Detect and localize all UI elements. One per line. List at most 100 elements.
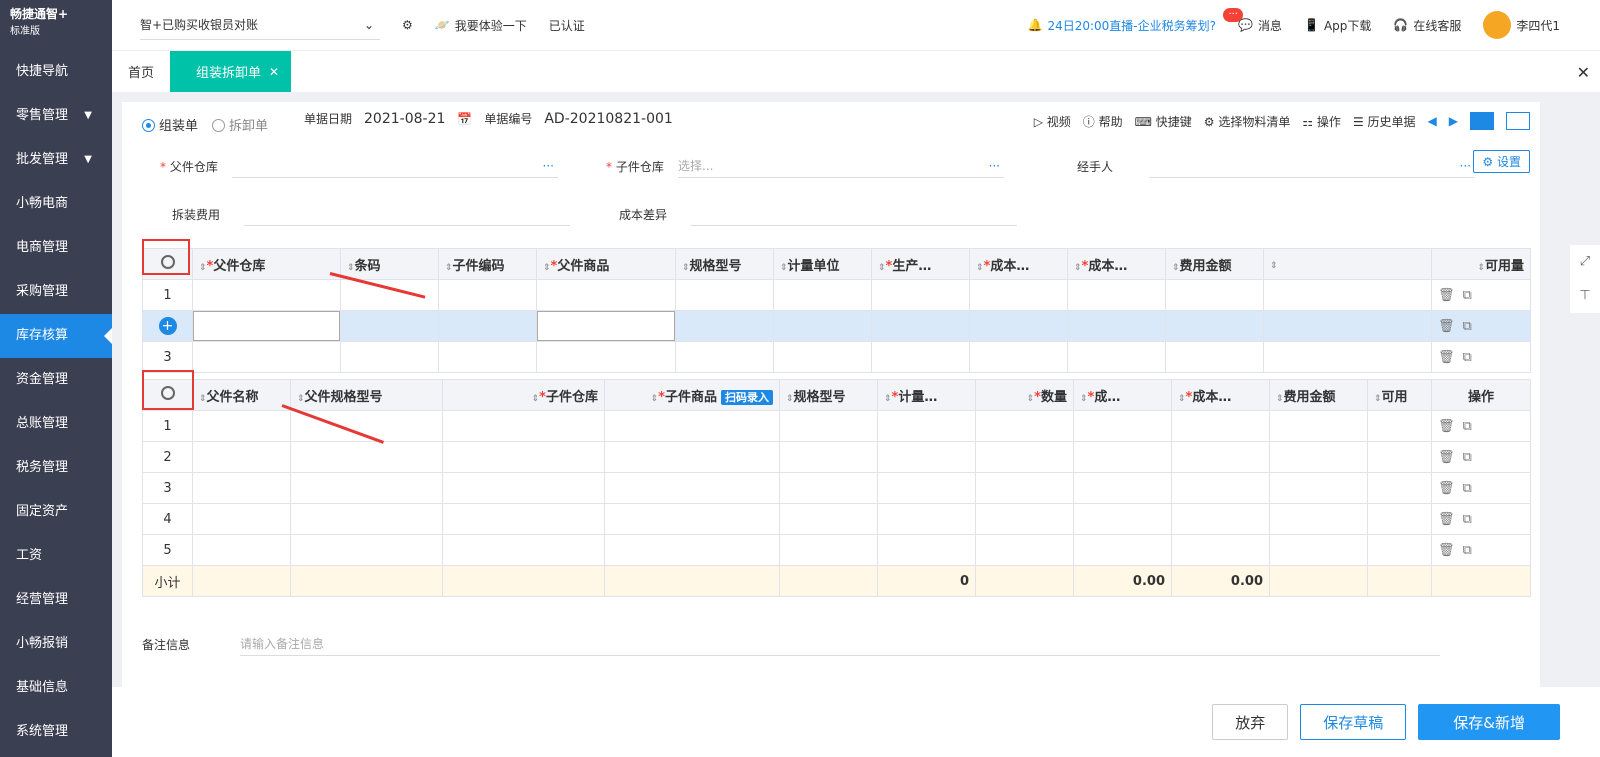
fee-field[interactable] — [244, 202, 570, 226]
radio-assemble[interactable]: 组装单 — [142, 115, 198, 134]
column-header[interactable]: ⇕规格型号 — [779, 379, 878, 411]
sidebar-item[interactable]: 工资 — [0, 534, 112, 578]
table-row[interactable]: 4 🗑⧉ — [142, 503, 1531, 535]
table-row[interactable]: 3 🗑⧉ — [142, 472, 1531, 504]
sidebar-item[interactable]: 零售管理 ▼ — [0, 94, 112, 138]
save-draft-button[interactable]: 保存草稿 — [1300, 704, 1407, 740]
child-warehouse-field[interactable]: 选择... ··· — [678, 154, 1004, 178]
sidebar-item[interactable]: 库存核算 — [0, 314, 112, 358]
sidebar-item[interactable]: 小畅电商 — [0, 182, 112, 226]
gear-highlight-2 — [142, 370, 194, 410]
settings-icon[interactable]: ⚙ — [402, 18, 413, 32]
column-header[interactable]: ⇕*子件商品 扫码录入 — [604, 379, 780, 411]
user-menu[interactable]: 李四代1 — [1483, 11, 1560, 39]
parent-warehouse-field[interactable]: ··· — [232, 154, 558, 178]
column-header[interactable]: ⇕计量单位 — [773, 248, 872, 280]
parent-product-input[interactable] — [537, 311, 675, 341]
message-badge: ··· — [1223, 8, 1243, 22]
column-header[interactable]: ⇕*成本… — [1067, 248, 1166, 280]
app-download-button[interactable]: 📱 App下载 — [1304, 17, 1371, 34]
row-ops[interactable]: 🗑⧉ — [1431, 472, 1531, 504]
column-header[interactable]: ⇕*成… — [1073, 379, 1172, 411]
column-header[interactable]: ⇕父件规格型号 — [290, 379, 443, 411]
list-view-icon[interactable] — [1470, 112, 1494, 130]
column-header[interactable]: ⇕*父件商品 — [536, 248, 676, 280]
column-header[interactable]: ⇕父件名称 — [192, 379, 291, 411]
column-header[interactable]: ⇕*子件仓库 — [442, 379, 605, 411]
live-link[interactable]: 🔔 24日20:00直播-企业税务筹划? — [1028, 17, 1217, 34]
remark-row: 备注信息 请输入备注信息 — [142, 632, 1441, 656]
history-button[interactable]: ☰ 历史单据 — [1353, 113, 1416, 130]
column-header[interactable]: ⇕子件编码 — [438, 248, 537, 280]
row-ops[interactable]: 🗑⧉ — [1431, 279, 1531, 311]
sidebar-item[interactable]: 税务管理 — [0, 446, 112, 490]
column-header[interactable]: ⇕条码 — [340, 248, 439, 280]
settings-button[interactable]: ⚙ 设置 — [1473, 150, 1530, 173]
handler-field[interactable]: ··· — [1149, 154, 1475, 178]
column-header[interactable]: ⇕*父件仓库 — [192, 248, 341, 280]
close-all-icon[interactable]: ✕ — [1577, 63, 1590, 82]
table-row[interactable]: 1 🗑⧉ — [142, 410, 1531, 442]
code-value[interactable]: AD-20210821-001 — [544, 111, 672, 127]
format-icon[interactable]: ⊤ — [1570, 279, 1600, 313]
row-ops[interactable]: 🗑⧉ — [1431, 441, 1531, 473]
parent-wh-input[interactable] — [193, 311, 340, 341]
prev-icon[interactable]: ◀ — [1428, 114, 1437, 128]
tab-home[interactable]: 首页 — [112, 51, 170, 92]
sidebar-item[interactable]: 资金管理 — [0, 358, 112, 402]
operate-button[interactable]: ⚏ 操作 — [1302, 113, 1341, 130]
column-header[interactable]: ⇕*计量… — [877, 379, 976, 411]
date-value[interactable]: 2021-08-21 — [364, 111, 445, 127]
next-icon[interactable]: ▶ — [1449, 114, 1458, 128]
sidebar-item[interactable]: 基础信息 — [0, 666, 112, 710]
account-select[interactable]: 智+已购买收银员对账 ⌄ — [140, 10, 380, 40]
scan-button[interactable]: 扫码录入 — [721, 389, 773, 405]
side-tools: ⤢ ⊤ — [1570, 245, 1600, 313]
column-header[interactable]: ⇕*成本… — [1171, 379, 1270, 411]
sidebar-item[interactable]: 系统管理 — [0, 710, 112, 754]
sidebar-item[interactable]: 批发管理 ▼ — [0, 138, 112, 182]
row-ops[interactable]: 🗑⧉ — [1431, 503, 1531, 535]
gear-highlight-1 — [142, 239, 190, 275]
sidebar-item[interactable]: 快捷导航 — [0, 50, 112, 94]
sidebar-item[interactable]: 总账管理 — [0, 402, 112, 446]
sidebar-item[interactable]: 电商管理 — [0, 226, 112, 270]
column-header[interactable]: ⇕规格型号 — [675, 248, 774, 280]
row-ops[interactable]: 🗑⧉ — [1431, 534, 1531, 566]
column-header[interactable]: ⇕*数量 — [975, 379, 1074, 411]
discard-button[interactable]: 放弃 — [1212, 704, 1289, 740]
shortcut-button[interactable]: ⌨ 快捷键 — [1135, 113, 1192, 130]
close-icon[interactable]: ✕ — [269, 65, 279, 79]
column-header[interactable]: ⇕*生产… — [871, 248, 970, 280]
tab-assembly[interactable]: 组装拆卸单 ✕ — [170, 51, 292, 92]
sidebar-item[interactable]: 经营管理 — [0, 578, 112, 622]
card-view-icon[interactable] — [1506, 112, 1530, 130]
row-ops[interactable]: 🗑⧉ — [1431, 341, 1531, 373]
radio-disassemble[interactable]: 拆卸单 — [212, 115, 268, 134]
table-row[interactable]: 5 🗑⧉ — [142, 534, 1531, 566]
row-ops[interactable]: 🗑⧉ — [1431, 410, 1531, 442]
sidebar-item[interactable]: 采购管理 — [0, 270, 112, 314]
help-button[interactable]: ⓘ 帮助 — [1083, 113, 1123, 130]
column-header[interactable]: ⇕费用金额 — [1165, 248, 1264, 280]
message-button[interactable]: 💬 消息 — [1238, 17, 1282, 34]
remark-input[interactable]: 请输入备注信息 — [240, 632, 1441, 656]
column-header[interactable]: ⇕可用 — [1367, 379, 1432, 411]
column-header[interactable]: ⇕可用量 — [1431, 248, 1531, 280]
video-button[interactable]: ▷ 视频 — [1034, 113, 1071, 130]
expand-icon[interactable]: ⤢ — [1570, 245, 1600, 279]
try-link[interactable]: 🪐 我要体验一下 — [435, 17, 527, 34]
sidebar-item[interactable]: 小畅报销 — [0, 622, 112, 666]
service-button[interactable]: 🎧 在线客服 — [1393, 17, 1461, 34]
column-header[interactable]: ⇕ — [1263, 248, 1432, 280]
row-ops[interactable]: 🗑⧉ — [1431, 310, 1531, 342]
column-header[interactable]: ⇕*成本… — [969, 248, 1068, 280]
column-header[interactable]: ⇕费用金额 — [1269, 379, 1368, 411]
sidebar-item[interactable]: 固定资产 — [0, 490, 112, 534]
select-list-button[interactable]: ⚙ 选择物料清单 — [1204, 113, 1291, 130]
table-row[interactable]: 2 🗑⧉ — [142, 441, 1531, 473]
add-row-icon[interactable]: + — [158, 317, 177, 335]
save-new-button[interactable]: 保存&新增 — [1418, 704, 1560, 740]
calendar-icon[interactable]: 📅 — [457, 112, 472, 126]
cost-diff-field[interactable] — [691, 202, 1017, 226]
